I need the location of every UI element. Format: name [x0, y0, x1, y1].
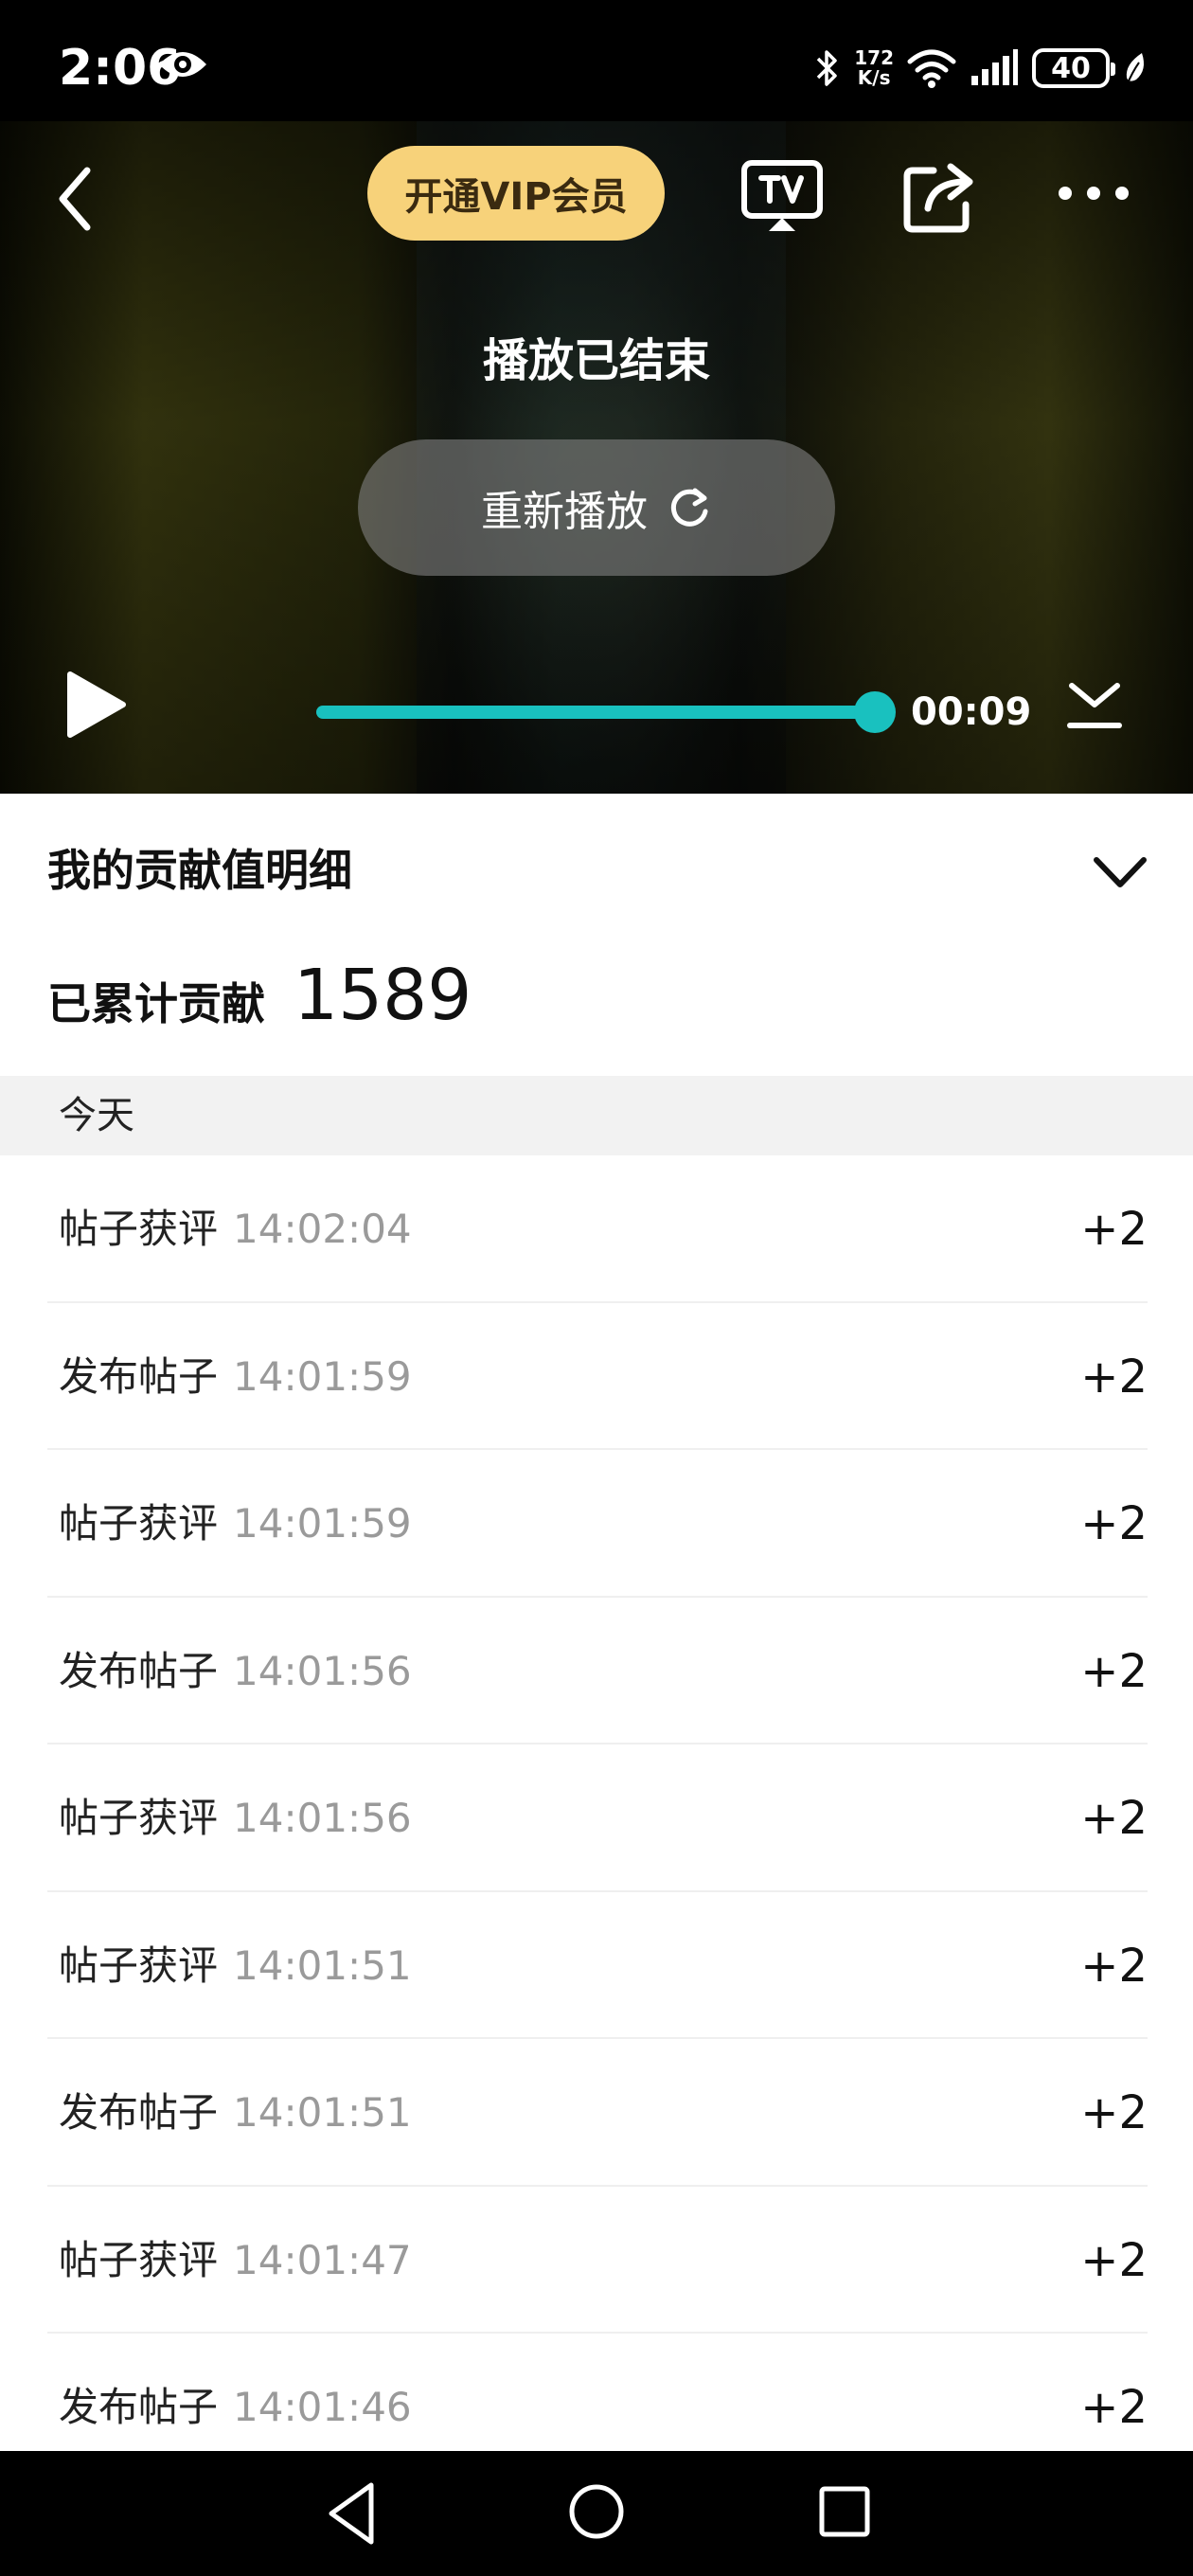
progress-handle[interactable] [854, 691, 896, 733]
contribution-list: 帖子获评 14:02:04 +2 发布帖子 14:01:59 +2 帖子获评 1… [0, 1155, 1193, 2481]
item-points: +2 [1080, 1939, 1148, 1993]
eye-icon [159, 52, 206, 77]
item-label: 发布帖子 [59, 2384, 219, 2430]
list-item: 帖子获评 14:01:59 +2 [0, 1450, 1193, 1598]
system-nav-bar [0, 2451, 1193, 2576]
contribution-header: 我的贡献值明细 [0, 794, 1193, 955]
nav-back-icon[interactable] [320, 2476, 383, 2551]
back-button[interactable] [49, 163, 102, 235]
item-time: 14:01:56 [233, 1647, 412, 1694]
leaf-icon [1126, 53, 1144, 86]
battery-icon: 40 [1032, 48, 1115, 88]
bluetooth-icon [817, 50, 837, 86]
vip-button[interactable]: 开通VIP会员 [367, 146, 665, 241]
item-time: 14:01:59 [233, 1352, 412, 1400]
list-item: 帖子获评 14:01:47 +2 [0, 2187, 1193, 2334]
tv-cast-icon[interactable] [740, 159, 824, 235]
item-time: 14:01:59 [233, 1500, 412, 1547]
item-label: 发布帖子 [59, 1352, 219, 1400]
net-speed-value: 172 [854, 46, 894, 69]
item-time: 14:01:56 [233, 1795, 412, 1841]
item-time: 14:01:46 [233, 2384, 412, 2430]
list-item: 帖子获评 14:01:56 +2 [0, 1744, 1193, 1892]
item-label: 帖子获评 [59, 1941, 219, 1989]
list-item: 发布帖子 14:01:59 +2 [0, 1303, 1193, 1450]
item-label: 帖子获评 [59, 1500, 219, 1547]
item-points: +2 [1080, 1644, 1148, 1698]
more-icon[interactable] [1051, 174, 1136, 212]
item-points: +2 [1080, 2233, 1148, 2287]
total-contribution: 已累计贡献 1589 [47, 955, 472, 1049]
signal-icon [971, 49, 1018, 85]
item-time: 14:01:47 [233, 2236, 412, 2283]
list-item: 帖子获评 14:01:51 +2 [0, 1892, 1193, 2039]
item-label: 帖子获评 [59, 1206, 219, 1252]
replay-label: 重新播放 [481, 488, 648, 536]
refresh-icon [670, 488, 708, 527]
status-icons: 172 K/s 40 [812, 38, 1148, 98]
download-icon[interactable] [1064, 676, 1125, 737]
item-time: 14:02:04 [233, 1206, 412, 1252]
net-speed-unit: K/s [857, 66, 891, 89]
battery-level: 40 [1051, 51, 1091, 85]
list-item: 发布帖子 14:01:56 +2 [0, 1598, 1193, 1744]
nav-recent-apps-icon[interactable] [816, 2483, 873, 2540]
item-points: +2 [1080, 1497, 1148, 1550]
item-points: +2 [1080, 1350, 1148, 1404]
video-player[interactable]: 开通VIP会员 播放已结束 重新播放 00:09 [0, 121, 1193, 794]
total-value: 1589 [294, 955, 472, 1036]
item-label: 帖子获评 [59, 1795, 219, 1841]
share-icon[interactable] [899, 155, 979, 235]
item-points: +2 [1080, 1792, 1148, 1845]
item-time: 14:01:51 [233, 1941, 412, 1989]
section-title: 我的贡献值明细 [47, 845, 352, 896]
playback-ended-text: 播放已结束 [482, 334, 710, 387]
item-label: 发布帖子 [59, 2089, 219, 2136]
date-header: 今天 [0, 1076, 1193, 1155]
item-points: +2 [1080, 2086, 1148, 2139]
playback-time: 00:09 [911, 690, 1032, 734]
list-item: 发布帖子 14:01:51 +2 [0, 2039, 1193, 2187]
total-label: 已累计贡献 [47, 978, 265, 1029]
item-points: +2 [1080, 1203, 1148, 1256]
list-item: 帖子获评 14:02:04 +2 [0, 1155, 1193, 1303]
item-label: 帖子获评 [59, 2236, 219, 2283]
item-label: 发布帖子 [59, 1647, 219, 1694]
chevron-down-icon[interactable] [1089, 847, 1151, 898]
progress-bar[interactable] [316, 706, 877, 719]
status-bar: 2:06 172 K/s 40 [0, 0, 1193, 121]
replay-button[interactable]: 重新播放 [358, 439, 835, 576]
wifi-icon [907, 49, 956, 88]
item-time: 14:01:51 [233, 2089, 412, 2136]
date-label: 今天 [59, 1094, 134, 1137]
net-speed: 172 K/s [854, 48, 894, 88]
nav-home-icon[interactable] [566, 2481, 627, 2542]
item-points: +2 [1080, 2381, 1148, 2434]
play-icon[interactable] [62, 669, 129, 741]
